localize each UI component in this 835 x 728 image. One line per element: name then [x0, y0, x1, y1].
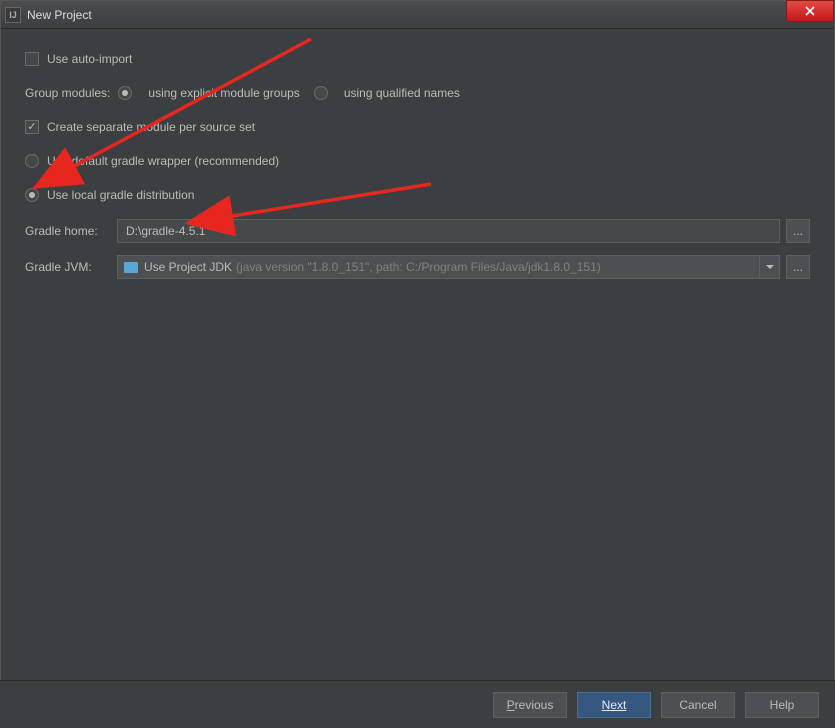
auto-import-label: Use auto-import	[47, 52, 132, 66]
gradle-home-input[interactable]: D:\gradle-4.5.1	[117, 219, 780, 243]
wrapper-default-label: Use default gradle wrapper (recommended)	[47, 154, 279, 168]
close-icon	[804, 6, 816, 16]
help-button[interactable]: Help	[745, 692, 819, 718]
gradle-jvm-browse-button[interactable]: ...	[786, 255, 810, 279]
group-qualified-label: using qualified names	[344, 86, 460, 100]
group-qualified-radio[interactable]	[314, 86, 328, 100]
group-modules-label: Group modules:	[25, 86, 110, 100]
next-button[interactable]: Next	[577, 692, 651, 718]
auto-import-row[interactable]: Use auto-import	[25, 49, 810, 69]
gradle-home-value: D:\gradle-4.5.1	[126, 224, 205, 238]
app-icon: IJ	[5, 7, 21, 23]
gradle-jvm-detail: (java version "1.8.0_151", path: C:/Prog…	[236, 260, 601, 274]
create-separate-checkbox[interactable]	[25, 120, 39, 134]
gradle-jvm-value: Use Project JDK	[144, 260, 232, 274]
wrapper-local-row[interactable]: Use local gradle distribution	[25, 185, 810, 205]
window-title: New Project	[27, 8, 92, 22]
wrapper-default-radio[interactable]	[25, 154, 39, 168]
gradle-home-browse-button[interactable]: ...	[786, 219, 810, 243]
gradle-jvm-row: Gradle JVM: Use Project JDK (java versio…	[25, 255, 810, 279]
group-explicit-radio[interactable]	[118, 86, 132, 100]
previous-button[interactable]: Previous	[493, 692, 567, 718]
content-area: Use auto-import Group modules: using exp…	[1, 29, 834, 679]
auto-import-checkbox[interactable]	[25, 52, 39, 66]
close-button[interactable]	[786, 0, 834, 22]
group-explicit-label: using explicit module groups	[148, 86, 299, 100]
gradle-home-row: Gradle home: D:\gradle-4.5.1 ...	[25, 219, 810, 243]
create-separate-row[interactable]: Create separate module per source set	[25, 117, 810, 137]
wrapper-default-row[interactable]: Use default gradle wrapper (recommended)	[25, 151, 810, 171]
wrapper-local-radio[interactable]	[25, 188, 39, 202]
gradle-jvm-combo[interactable]: Use Project JDK (java version "1.8.0_151…	[117, 255, 780, 279]
chevron-down-icon[interactable]	[759, 256, 779, 278]
folder-icon	[124, 262, 138, 273]
create-separate-label: Create separate module per source set	[47, 120, 255, 134]
gradle-jvm-label: Gradle JVM:	[25, 260, 117, 274]
gradle-home-label: Gradle home:	[25, 224, 117, 238]
cancel-button[interactable]: Cancel	[661, 692, 735, 718]
footer: Previous Next Cancel Help	[0, 680, 835, 728]
titlebar: IJ New Project	[1, 1, 834, 29]
wrapper-local-label: Use local gradle distribution	[47, 188, 194, 202]
group-modules-row: Group modules: using explicit module gro…	[25, 83, 810, 103]
